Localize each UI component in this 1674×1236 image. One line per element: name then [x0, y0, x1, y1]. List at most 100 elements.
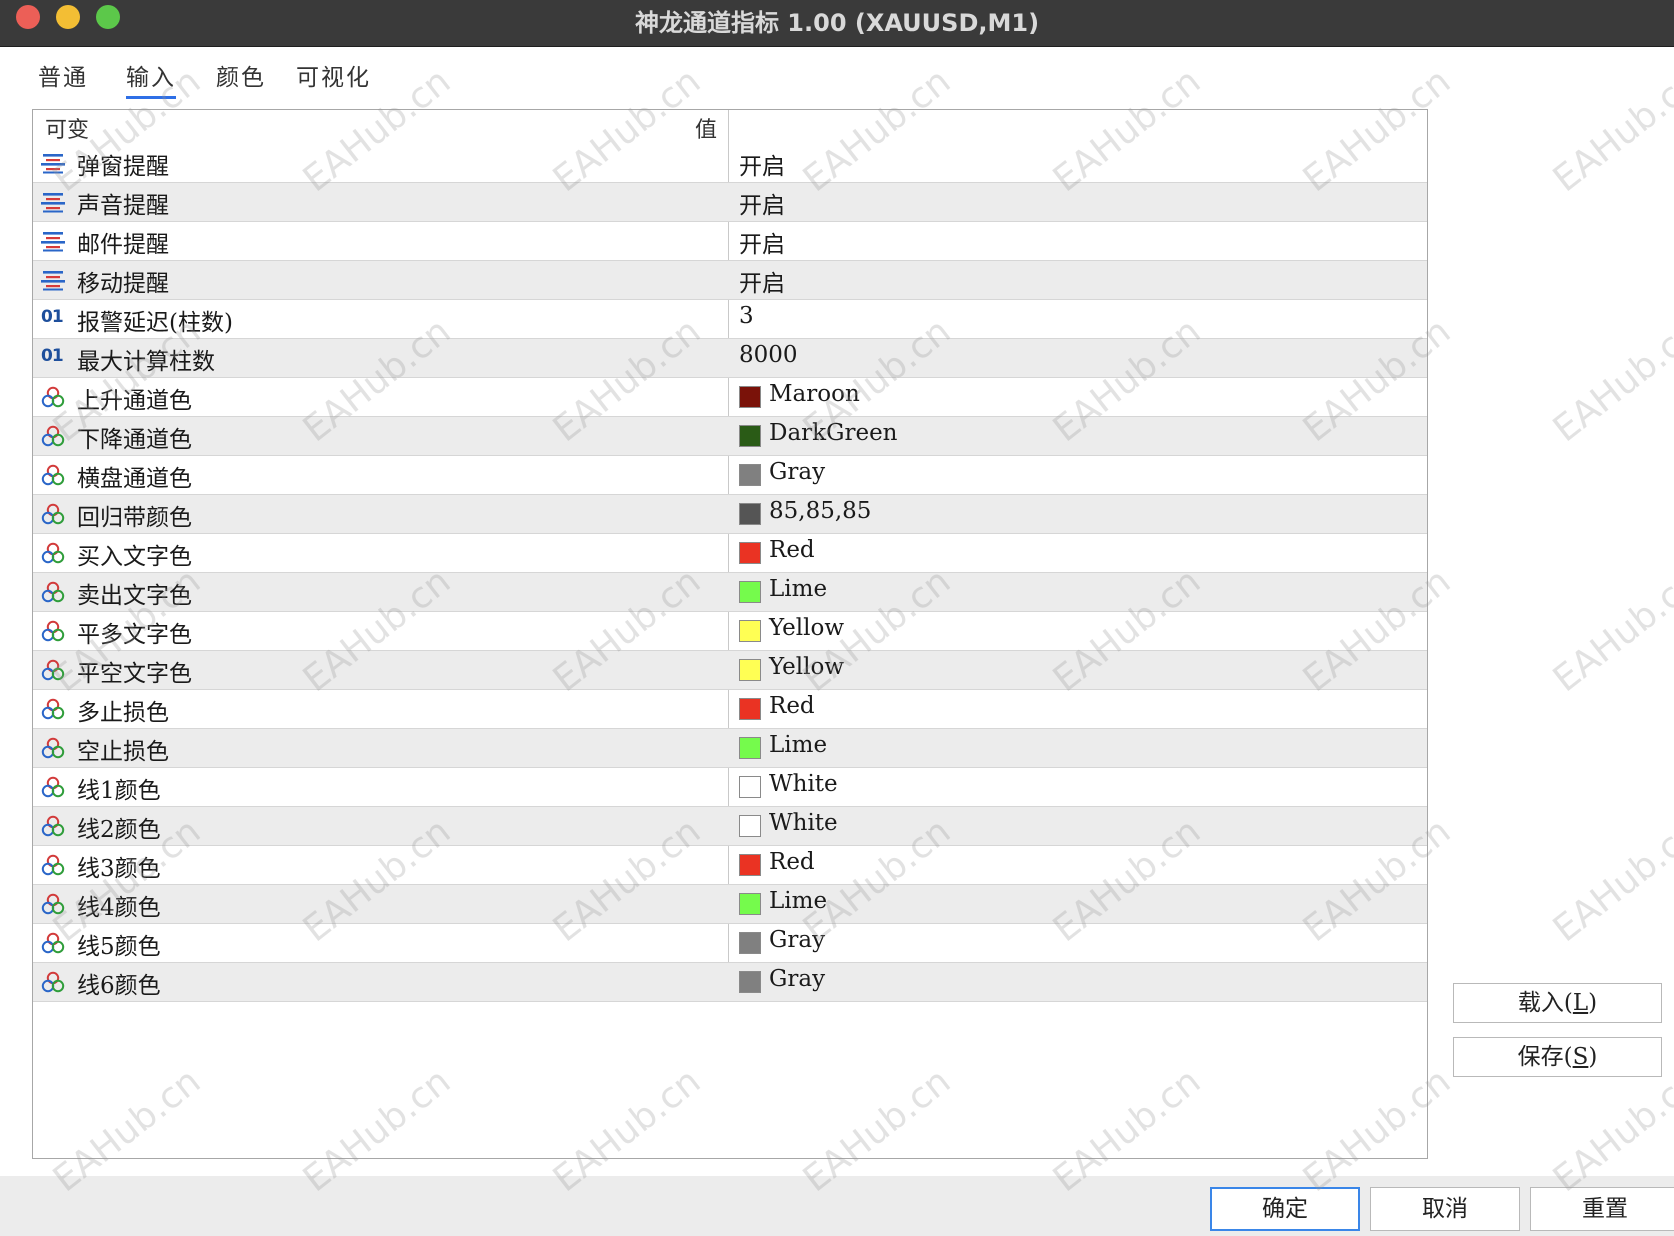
- parameter-value[interactable]: Lime: [769, 732, 827, 758]
- title-bar: 神龙通道指标 1.00 (XAUUSD,M1): [0, 0, 1674, 47]
- parameter-name: 卖出文字色: [77, 583, 192, 609]
- parameter-value[interactable]: White: [769, 771, 838, 797]
- parameter-value[interactable]: 85,85,85: [769, 498, 871, 524]
- parameter-value[interactable]: Red: [769, 849, 815, 875]
- parameter-name: 声音提醒: [77, 193, 169, 219]
- grid-row[interactable]: 线6颜色 Gray: [33, 963, 1427, 1002]
- grid-row[interactable]: 多止损色 Red: [33, 690, 1427, 729]
- parameter-name: 多止损色: [77, 700, 169, 726]
- parameter-value[interactable]: Yellow: [769, 615, 844, 641]
- color-swatch[interactable]: [739, 620, 761, 642]
- parameter-name: 平空文字色: [77, 661, 192, 687]
- parameter-name: 弹窗提醒: [77, 154, 169, 180]
- grid-row[interactable]: 平多文字色 Yellow: [33, 612, 1427, 651]
- grid-rows: 弹窗提醒 开启 声音提醒 开启 邮件提醒 开启 移动提醒 开启 01 报警延迟(柱数) 3 01 最大计…: [33, 144, 1427, 1002]
- parameter-value[interactable]: Lime: [769, 888, 827, 914]
- parameter-value[interactable]: 3: [739, 303, 754, 329]
- tab-general[interactable]: 普通: [38, 58, 88, 92]
- grid-row[interactable]: 平空文字色 Yellow: [33, 651, 1427, 690]
- parameter-name: 邮件提醒: [77, 232, 169, 258]
- grid-row[interactable]: 线3颜色 Red: [33, 846, 1427, 885]
- grid-row[interactable]: 卖出文字色 Lime: [33, 573, 1427, 612]
- save-button[interactable]: 保存(S): [1453, 1037, 1662, 1077]
- inputs-grid: 可变 值 弹窗提醒 开启 声音提醒 开启 邮件提醒 开启 移动提醒 开启 01 报警延迟(柱数) 3…: [32, 109, 1428, 1159]
- grid-row[interactable]: 01 报警延迟(柱数) 3: [33, 300, 1427, 339]
- grid-row[interactable]: 邮件提醒 开启: [33, 222, 1427, 261]
- color-circles-icon: [41, 893, 65, 915]
- parameter-name: 线6颜色: [77, 973, 161, 999]
- color-swatch[interactable]: [739, 854, 761, 876]
- window-title: 神龙通道指标 1.00 (XAUUSD,M1): [634, 9, 1040, 37]
- parameter-value[interactable]: 开启: [739, 225, 785, 259]
- parameter-value[interactable]: Red: [769, 537, 815, 563]
- tab-colors[interactable]: 颜色: [216, 58, 266, 92]
- color-swatch[interactable]: [739, 659, 761, 681]
- grid-row[interactable]: 弹窗提醒 开启: [33, 144, 1427, 183]
- ok-button[interactable]: 确定: [1210, 1187, 1360, 1231]
- grid-row[interactable]: 01 最大计算柱数 8000: [33, 339, 1427, 378]
- color-swatch[interactable]: [739, 971, 761, 993]
- color-swatch[interactable]: [739, 737, 761, 759]
- grid-row[interactable]: 横盘通道色 Gray: [33, 456, 1427, 495]
- parameter-name: 线2颜色: [77, 817, 161, 843]
- color-circles-icon: [41, 776, 65, 798]
- color-swatch[interactable]: [739, 932, 761, 954]
- color-swatch[interactable]: [739, 893, 761, 915]
- parameter-value[interactable]: 开启: [739, 264, 785, 298]
- color-swatch[interactable]: [739, 776, 761, 798]
- color-swatch[interactable]: [739, 425, 761, 447]
- grid-row[interactable]: 线2颜色 White: [33, 807, 1427, 846]
- tab-visualization[interactable]: 可视化: [296, 58, 371, 92]
- parameter-value[interactable]: White: [769, 810, 838, 836]
- parameter-value[interactable]: Lime: [769, 576, 827, 602]
- load-button-key: L: [1572, 990, 1589, 1016]
- color-swatch[interactable]: [739, 815, 761, 837]
- color-swatch[interactable]: [739, 581, 761, 603]
- color-circles-icon: [41, 503, 65, 525]
- grid-row[interactable]: 线4颜色 Lime: [33, 885, 1427, 924]
- grid-row[interactable]: 空止损色 Lime: [33, 729, 1427, 768]
- parameter-value[interactable]: 8000: [739, 342, 798, 368]
- grid-row[interactable]: 线5颜色 Gray: [33, 924, 1427, 963]
- parameter-value[interactable]: Gray: [769, 927, 825, 953]
- column-header-value[interactable]: 值: [695, 112, 717, 144]
- color-swatch[interactable]: [739, 542, 761, 564]
- parameter-value[interactable]: 开启: [739, 186, 785, 220]
- parameter-name: 线1颜色: [77, 778, 161, 804]
- parameter-value[interactable]: Maroon: [769, 381, 860, 407]
- parameter-value[interactable]: 开启: [739, 147, 785, 181]
- color-circles-icon: [41, 932, 65, 954]
- parameter-name: 移动提醒: [77, 271, 169, 297]
- reset-button[interactable]: 重置: [1530, 1187, 1674, 1231]
- parameter-name: 平多文字色: [77, 622, 192, 648]
- color-circles-icon: [41, 737, 65, 759]
- grid-row[interactable]: 买入文字色 Red: [33, 534, 1427, 573]
- tab-inputs[interactable]: 输入: [126, 58, 176, 99]
- parameter-value[interactable]: DarkGreen: [769, 420, 898, 446]
- parameter-value[interactable]: Gray: [769, 459, 825, 485]
- grid-row[interactable]: 线1颜色 White: [33, 768, 1427, 807]
- load-button[interactable]: 载入(L): [1453, 983, 1662, 1023]
- color-swatch[interactable]: [739, 464, 761, 486]
- parameter-name: 线3颜色: [77, 856, 161, 882]
- parameter-value[interactable]: Yellow: [769, 654, 844, 680]
- parameter-value[interactable]: Red: [769, 693, 815, 719]
- color-circles-icon: [41, 698, 65, 720]
- color-swatch[interactable]: [739, 698, 761, 720]
- parameter-value[interactable]: Gray: [769, 966, 825, 992]
- color-swatch[interactable]: [739, 503, 761, 525]
- parameter-name: 空止损色: [77, 739, 169, 765]
- color-circles-icon: [41, 659, 65, 681]
- cancel-button[interactable]: 取消: [1370, 1187, 1520, 1231]
- grid-row[interactable]: 移动提醒 开启: [33, 261, 1427, 300]
- enum-list-icon: [41, 152, 65, 174]
- grid-row[interactable]: 上升通道色 Maroon: [33, 378, 1427, 417]
- color-swatch[interactable]: [739, 386, 761, 408]
- grid-row[interactable]: 回归带颜色 85,85,85: [33, 495, 1427, 534]
- color-circles-icon: [41, 620, 65, 642]
- grid-row[interactable]: 下降通道色 DarkGreen: [33, 417, 1427, 456]
- color-circles-icon: [41, 425, 65, 447]
- column-header-variable[interactable]: 可变: [45, 112, 89, 144]
- grid-row[interactable]: 声音提醒 开启: [33, 183, 1427, 222]
- color-circles-icon: [41, 464, 65, 486]
